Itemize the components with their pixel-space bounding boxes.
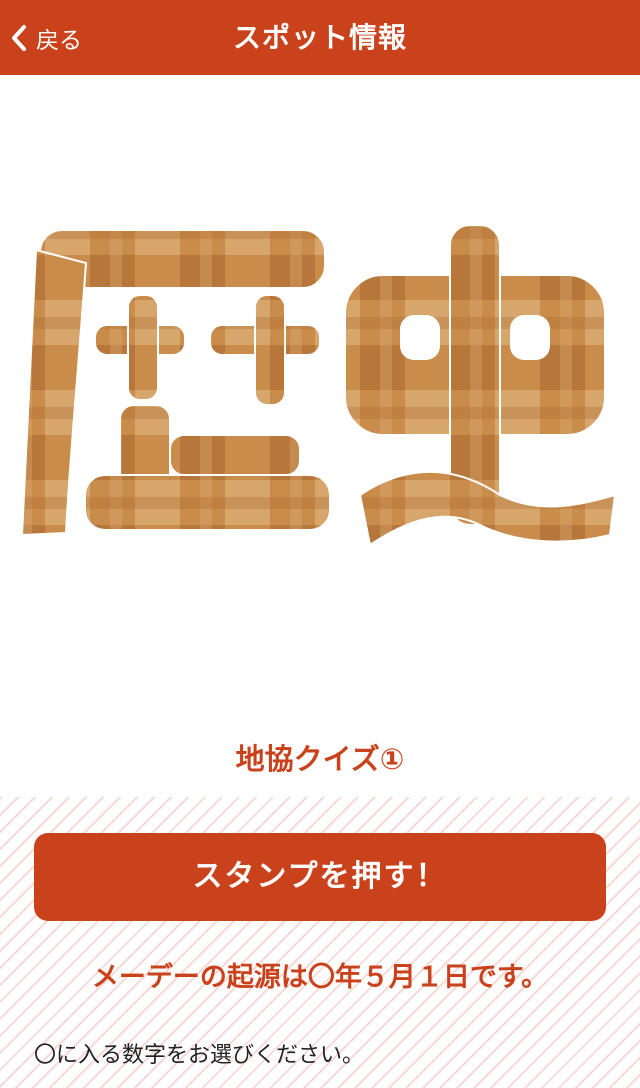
app-header: 戻る スポット情報 xyxy=(0,0,640,75)
history-illustration xyxy=(20,224,617,547)
stamp-panel: スタンプを押す！ メーデーの起源は〇年５月１日です。 〇に入る数字をお選びくださ… xyxy=(0,797,640,1088)
quiz-instruction: 〇に入る数字をお選びください。 xyxy=(34,1043,365,1068)
quiz-question: メーデーの起源は〇年５月１日です。 xyxy=(91,962,549,993)
spot-name: 地協クイズ① xyxy=(235,742,405,776)
stamp-button[interactable]: スタンプを押す！ xyxy=(34,833,606,921)
spot-image xyxy=(0,75,640,725)
page-title: スポット情報 xyxy=(232,21,407,54)
